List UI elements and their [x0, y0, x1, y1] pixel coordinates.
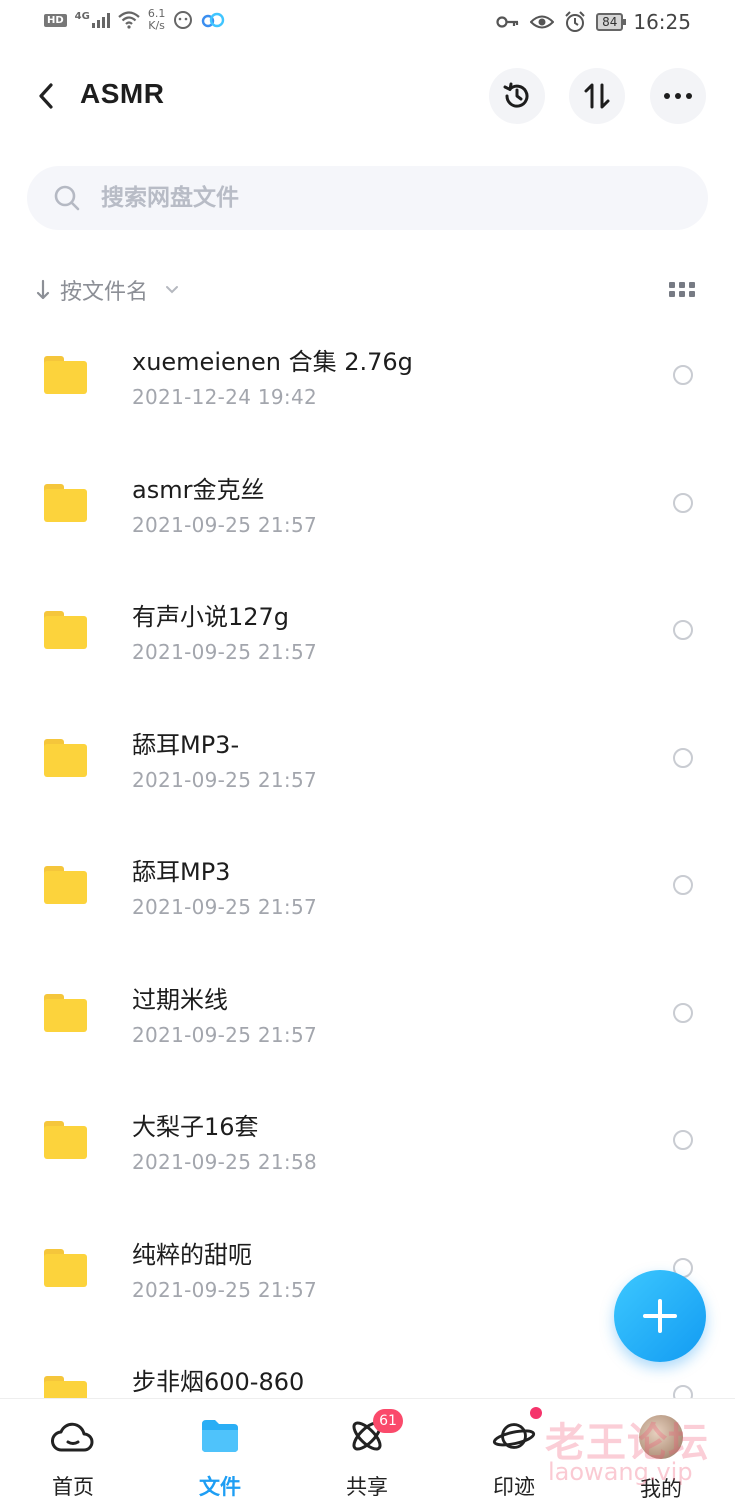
page-title: ASMR — [80, 78, 165, 109]
folder-icon — [44, 866, 87, 904]
file-name: 步非烟600-860 — [132, 1368, 305, 1396]
sort-selector[interactable]: 按文件名 — [36, 272, 180, 308]
app-notification-icon — [174, 11, 193, 29]
grid-view-icon[interactable] — [669, 282, 695, 300]
alarm-icon — [565, 11, 585, 32]
signal-icon — [91, 12, 110, 28]
select-checkbox[interactable] — [673, 748, 693, 768]
file-name: 舔耳MP3- — [132, 731, 240, 759]
cloud-icon — [51, 1415, 95, 1457]
battery-indicator: 84 — [596, 13, 627, 31]
history-button[interactable] — [489, 68, 545, 124]
file-date: 2021-09-25 21:57 — [132, 768, 318, 792]
more-icon — [664, 93, 692, 99]
add-button[interactable] — [614, 1270, 706, 1362]
folder-icon — [44, 1249, 87, 1287]
plus-icon — [643, 1299, 677, 1333]
search-icon — [53, 183, 83, 213]
select-checkbox[interactable] — [673, 365, 693, 385]
file-name: 有声小说127g — [132, 603, 290, 631]
search-bar[interactable] — [27, 166, 708, 230]
back-arrow-icon — [39, 83, 53, 109]
file-row[interactable]: 大梨子16套 2021-09-25 21:58 — [0, 1085, 735, 1212]
key-icon — [496, 16, 519, 28]
network-type: 4G — [74, 10, 90, 22]
nav-item-moments[interactable]: 印迹 — [464, 1407, 564, 1500]
file-date: 2021-12-24 19:42 — [132, 385, 318, 409]
more-button[interactable] — [650, 68, 706, 124]
nav-item-home[interactable]: 首页 — [23, 1415, 123, 1500]
bottom-nav: 首页 文件 61 共享 印迹 我的 — [0, 1398, 735, 1500]
folder-icon — [44, 739, 87, 777]
status-left: HD 4G 6.1 K/s — [44, 8, 225, 32]
nav-label-home: 首页 — [52, 1475, 94, 1499]
file-name: asmr金克丝 — [132, 476, 265, 504]
select-checkbox[interactable] — [673, 1003, 693, 1023]
file-row[interactable]: 舔耳MP3 2021-09-25 21:57 — [0, 830, 735, 957]
file-row[interactable]: 有声小说127g 2021-09-25 21:57 — [0, 575, 735, 702]
folder-icon — [44, 611, 87, 649]
file-date: 2021-09-25 21:57 — [132, 1278, 318, 1302]
file-row[interactable]: 过期米线 2021-09-25 21:57 — [0, 958, 735, 1085]
share-badge: 61 — [373, 1409, 403, 1433]
file-name: 舔耳MP3 — [132, 858, 231, 886]
notification-dot — [530, 1407, 542, 1419]
nav-label-files: 文件 — [199, 1475, 241, 1499]
file-row[interactable]: asmr金克丝 2021-09-25 21:57 — [0, 448, 735, 575]
folder-icon — [44, 484, 87, 522]
select-checkbox[interactable] — [673, 620, 693, 640]
nav-label-share: 共享 — [346, 1475, 388, 1499]
cloud-app-icon — [202, 12, 225, 28]
atom-icon: 61 — [345, 1409, 403, 1457]
back-button[interactable] — [28, 78, 64, 114]
planet-icon — [492, 1407, 542, 1457]
nav-item-share[interactable]: 61 共享 — [317, 1409, 417, 1500]
nav-label-moments: 印迹 — [493, 1475, 535, 1499]
folder-icon — [44, 356, 87, 394]
avatar — [639, 1415, 683, 1459]
app-header: ASMR — [0, 60, 735, 134]
file-date: 2021-09-25 21:58 — [132, 1150, 318, 1174]
file-row[interactable]: xuemeienen 合集 2.76g 2021-12-24 19:42 — [0, 320, 735, 447]
sort-arrows-icon — [584, 83, 610, 109]
history-icon — [503, 82, 529, 108]
chevron-down-icon — [166, 286, 179, 294]
arrow-down-icon — [36, 279, 50, 300]
network-speed: 6.1 K/s — [148, 8, 166, 32]
status-bar: HD 4G 6.1 K/s 84 16:25 — [0, 0, 735, 46]
file-name: 大梨子16套 — [132, 1113, 259, 1141]
nav-item-me[interactable]: 我的 — [611, 1415, 711, 1500]
status-right: 84 16:25 — [496, 10, 691, 34]
select-checkbox[interactable] — [673, 875, 693, 895]
select-checkbox[interactable] — [673, 493, 693, 513]
nav-item-files[interactable]: 文件 — [170, 1415, 270, 1500]
sort-label: 按文件名 — [60, 280, 149, 305]
folder-icon — [44, 1121, 87, 1159]
select-checkbox[interactable] — [673, 1130, 693, 1150]
file-date: 2021-09-25 21:57 — [132, 640, 318, 664]
eye-icon — [530, 15, 555, 29]
folder-icon — [44, 994, 87, 1032]
sort-button[interactable] — [569, 68, 625, 124]
search-input[interactable] — [101, 185, 621, 211]
file-name: 纯粹的甜呃 — [132, 1241, 252, 1269]
hd-indicator: HD — [44, 13, 67, 27]
nav-label-me: 我的 — [640, 1477, 682, 1500]
file-date: 2021-09-25 21:57 — [132, 513, 318, 537]
clock: 16:25 — [633, 10, 691, 34]
folder-icon — [198, 1415, 242, 1457]
file-row[interactable]: 舔耳MP3- 2021-09-25 21:57 — [0, 703, 735, 830]
file-date: 2021-09-25 21:57 — [132, 1023, 318, 1047]
speed-unit: K/s — [148, 19, 165, 32]
file-name: xuemeienen 合集 2.76g — [132, 348, 413, 376]
file-date: 2021-09-25 21:57 — [132, 895, 318, 919]
file-name: 过期米线 — [132, 986, 228, 1014]
wifi-icon — [118, 11, 140, 29]
